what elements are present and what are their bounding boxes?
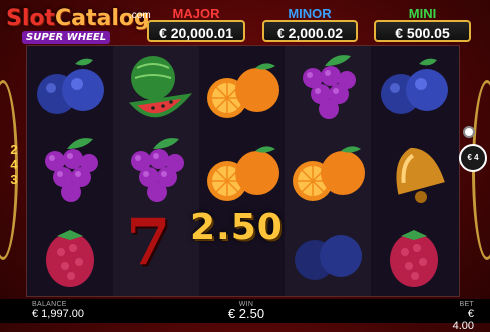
toggle-dot-icon[interactable] [463,126,475,138]
raspberry-symbol [27,212,113,295]
logo-word-1: Slot [6,6,56,31]
bet-display[interactable]: BET € 4.00 [444,301,474,332]
reel-1 [27,46,113,296]
spin-button[interactable]: € 4 [459,144,487,172]
blueberry-symbol [285,212,371,295]
jackpot-mini-value: € 500.05 [374,20,471,42]
game-logo: SlotCatalog .com SUPER WHEEL [4,4,154,48]
blueberry-symbol [371,46,457,129]
jackpot-minor: MINOR € 2,000.02 [262,6,358,44]
grapes-symbol [113,129,199,212]
jackpot-mini-label: MINI [408,6,437,21]
win-amount-overlay: 2.50 [190,207,283,248]
reel-5 [371,46,457,296]
logo-subtitle: SUPER WHEEL [22,31,111,44]
ways-digit: 2 [10,142,18,157]
ways-indicator: 2 4 3 [4,142,24,187]
reel-grid [26,45,460,297]
jackpot-major-value: € 20,000.01 [147,20,245,42]
jackpot-major: MAJOR € 20,000.01 [147,6,245,44]
ways-digit: 4 [10,157,18,172]
balance-label: BALANCE [32,301,67,308]
balance-display: BALANCE € 1,997.00 [32,301,84,320]
reel-4 [285,46,371,296]
grapes-symbol [285,46,371,129]
orange-symbol [199,129,285,212]
reel-3 [199,46,285,296]
bet-value: € 4.00 [452,308,474,332]
jackpot-mini: MINI € 500.05 [374,6,471,44]
grapes-symbol [27,129,113,212]
bottom-bar: BALANCE € 1,997.00 WIN € 2.50 BET € 4.00 [0,299,490,332]
orange-symbol [199,46,285,129]
watermelon-symbol [113,46,199,129]
blueberry-symbol [27,46,113,129]
win-value: € 2.50 [227,306,265,321]
jackpot-minor-label: MINOR [288,6,332,21]
jackpot-minor-value: € 2,000.02 [262,20,358,42]
orange-symbol [285,129,371,212]
ways-digit: 3 [10,172,18,187]
bet-label: BET [459,301,474,308]
bell-symbol [371,129,457,212]
jackpot-major-label: MAJOR [172,6,220,21]
spin-button-label: € 4 [467,153,479,162]
win-display: WIN € 2.50 [227,301,265,320]
seven-symbol: 7 [126,205,171,280]
raspberry-symbol [371,212,457,295]
balance-value: € 1,997.00 [32,308,84,320]
